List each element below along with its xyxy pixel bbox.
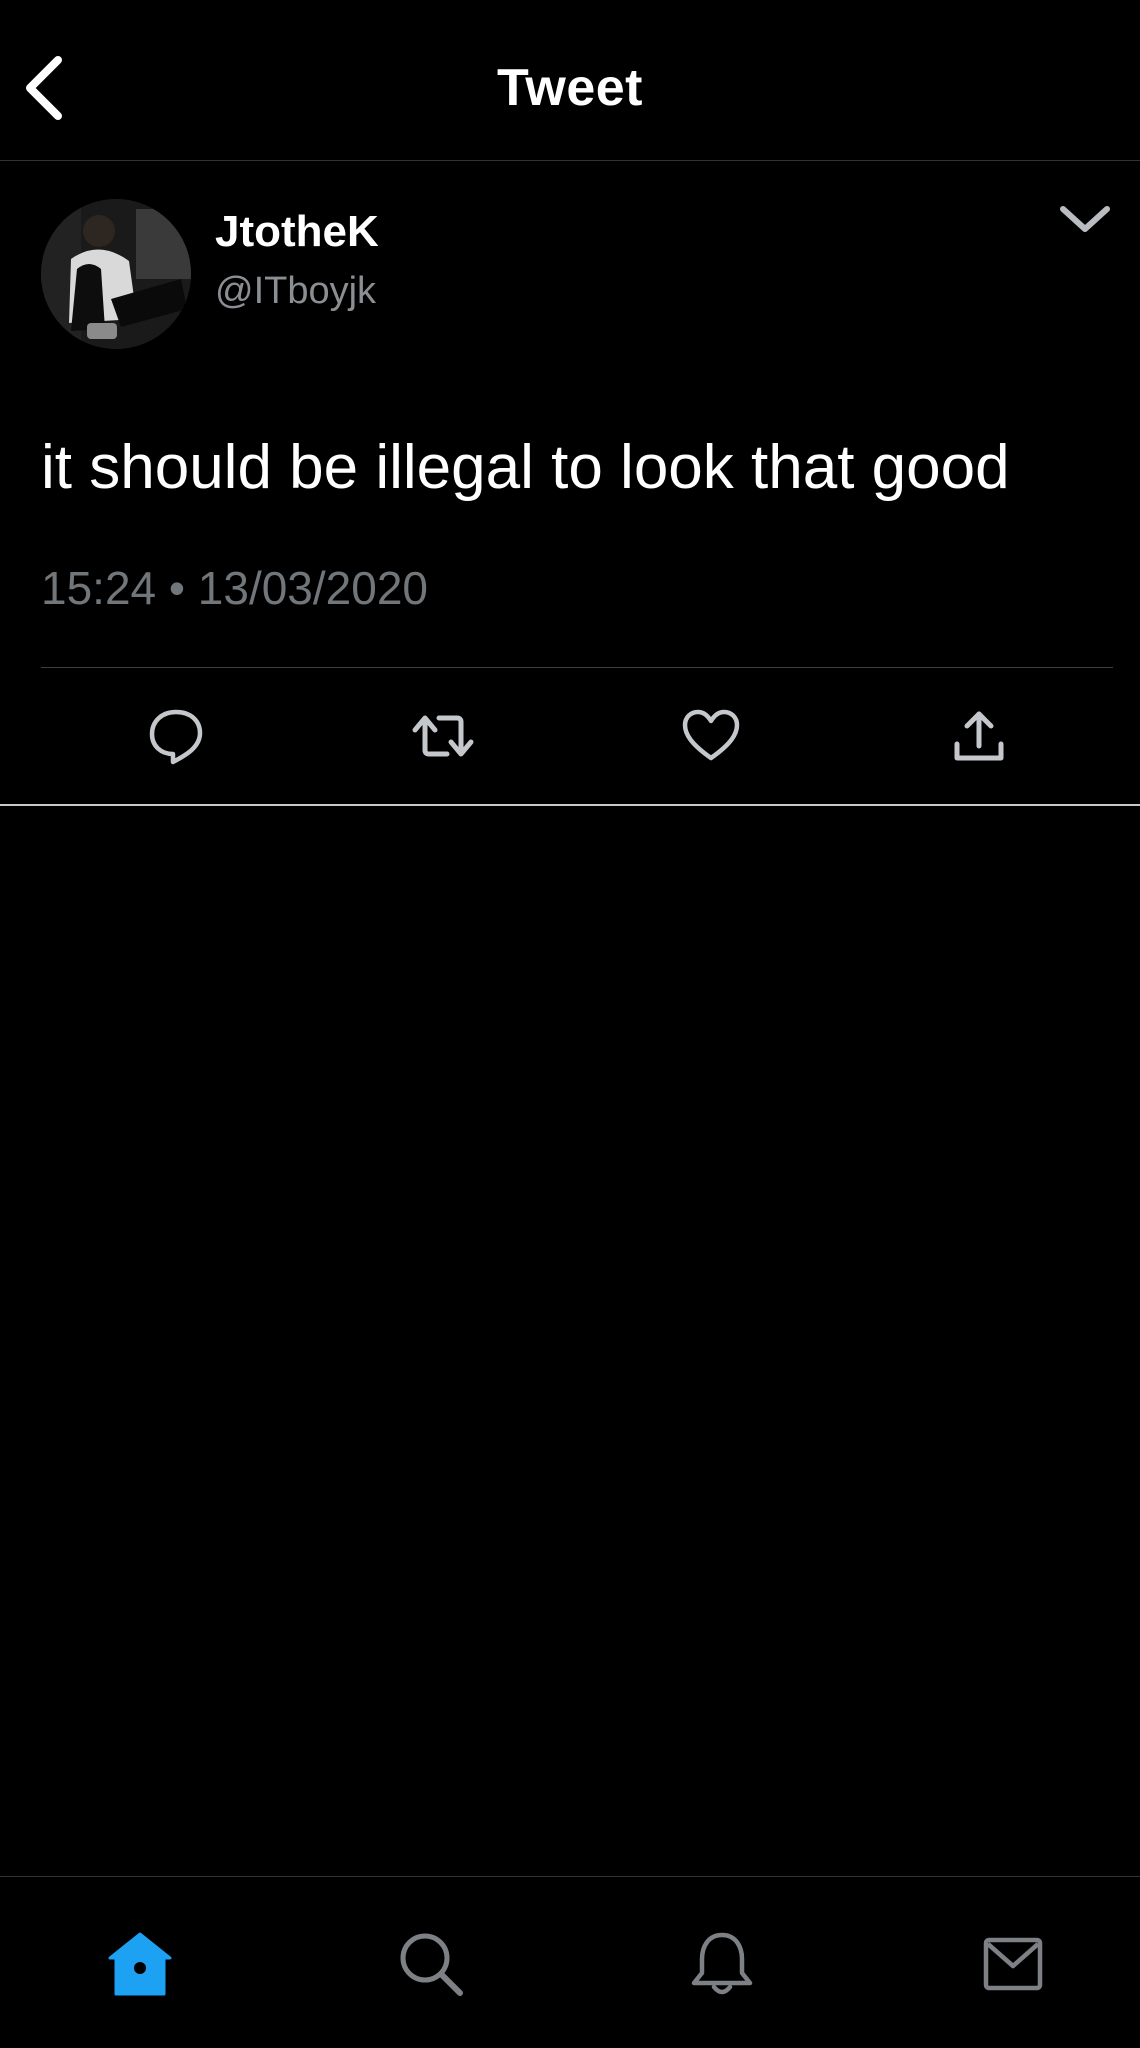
top-navigation-bar: Tweet [0,0,1140,161]
like-button[interactable] [666,693,756,783]
like-icon [681,708,741,769]
avatar[interactable] [41,199,191,349]
tweet-options-button[interactable] [1050,191,1120,251]
tweet-actions [0,668,1140,804]
home-icon [104,1928,176,2005]
notifications-icon [690,1929,754,2004]
tweet-timestamp[interactable]: 15:24 • 13/03/2020 [41,561,428,615]
messages-icon [982,1936,1044,1997]
tab-search[interactable] [386,1921,476,2011]
page-title: Tweet [496,59,643,117]
share-button[interactable] [934,693,1024,783]
retweet-icon [411,706,475,771]
tab-notifications[interactable] [677,1921,767,2011]
share-icon [951,706,1007,771]
retweet-button[interactable] [398,693,488,783]
search-icon [396,1929,466,2004]
tweet-detail: JtotheK @ITboyjk it should be illegal to… [0,161,1140,806]
reply-button[interactable] [131,693,221,783]
reply-icon [146,706,206,771]
tab-messages[interactable] [968,1921,1058,2011]
display-name[interactable]: JtotheK [215,207,379,257]
bottom-tab-bar [0,1876,1140,2048]
tab-home[interactable] [95,1921,185,2011]
chevron-down-icon [1059,203,1111,240]
user-handle[interactable]: @ITboyjk [215,270,376,313]
tweet-text: it should be illegal to look that good [41,433,1010,502]
